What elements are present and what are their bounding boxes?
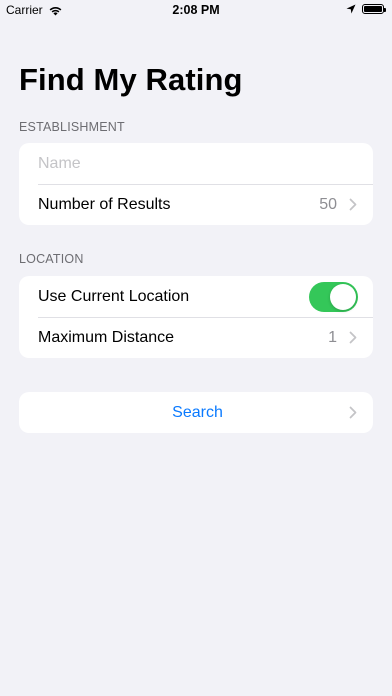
number-of-results-label: Number of Results [38, 195, 171, 213]
search-group: Search [19, 392, 373, 433]
page-title: Find My Rating [19, 62, 243, 97]
chevron-right-icon [349, 331, 357, 344]
maximum-distance-row[interactable]: Maximum Distance 1 [19, 317, 373, 358]
toggle-knob [330, 283, 356, 310]
clock: 2:08 PM [172, 3, 220, 17]
use-current-location-label: Use Current Location [38, 287, 190, 305]
search-button[interactable]: Search [19, 392, 373, 433]
number-of-results-row[interactable]: Number of Results 50 [19, 184, 373, 225]
name-row [19, 143, 373, 184]
number-of-results-value: 50 [319, 195, 337, 213]
use-current-location-row: Use Current Location [19, 276, 373, 317]
chevron-right-icon [349, 198, 357, 211]
location-section-header: LOCATION [19, 252, 84, 266]
status-bar: Carrier 2:08 PM [0, 0, 392, 22]
location-group: Use Current Location Maximum Distance 1 [19, 276, 373, 358]
establishment-group: Number of Results 50 [19, 143, 373, 225]
battery-icon [362, 4, 386, 14]
maximum-distance-value: 1 [328, 328, 337, 346]
name-input[interactable] [38, 154, 357, 173]
establishment-section-header: ESTABLISHMENT [19, 120, 125, 134]
battery-level [364, 6, 382, 12]
status-right [346, 4, 386, 14]
location-arrow-icon [346, 4, 356, 14]
maximum-distance-label: Maximum Distance [38, 328, 175, 346]
chevron-right-icon [349, 406, 357, 419]
use-current-location-toggle[interactable] [309, 281, 358, 312]
search-label: Search [172, 403, 223, 421]
